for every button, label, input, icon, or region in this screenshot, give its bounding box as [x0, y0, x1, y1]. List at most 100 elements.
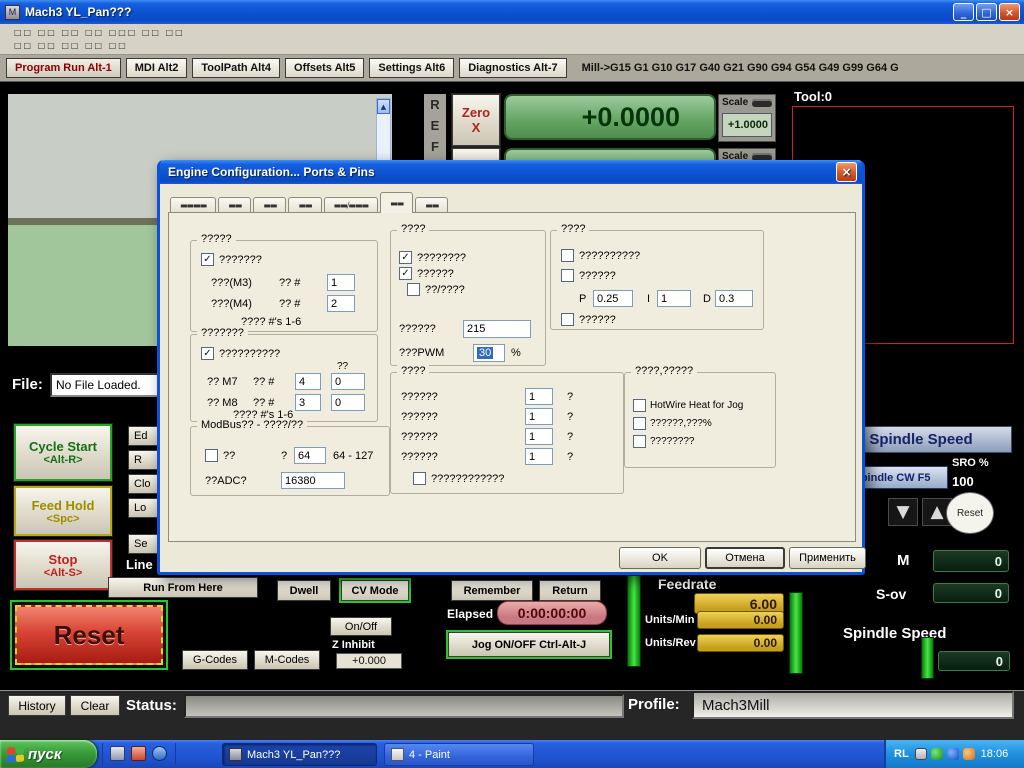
- dialog-tab-4[interactable]: ▬▬: [288, 197, 321, 213]
- mcodes-button[interactable]: M-Codes: [254, 650, 320, 670]
- task-button-paint[interactable]: 4 - Paint: [384, 743, 534, 766]
- onoff-button[interactable]: On/Off: [330, 617, 392, 636]
- special-cb2-checkbox[interactable]: [633, 417, 646, 430]
- cycle-start-button[interactable]: Cycle Start <Alt-R>: [14, 424, 112, 481]
- tray-icon-2[interactable]: [931, 748, 943, 760]
- motor-cb1-checkbox[interactable]: ✓: [399, 251, 412, 264]
- tray-icon-4[interactable]: [963, 748, 975, 760]
- tab-mdi[interactable]: MDI Alt2: [126, 58, 188, 78]
- pulley-row2-input[interactable]: [525, 408, 553, 425]
- pulley-row1-input[interactable]: [525, 388, 553, 405]
- quick-launch-icon-3[interactable]: [152, 746, 167, 761]
- m-dro[interactable]: 0: [933, 550, 1009, 572]
- motor-freq-input[interactable]: [463, 320, 531, 338]
- z-inhibit-value[interactable]: +0.000: [336, 653, 402, 669]
- relay-row2-input[interactable]: [327, 295, 355, 312]
- pid-cb2-checkbox[interactable]: [561, 269, 574, 282]
- pulley-checkbox[interactable]: [413, 472, 426, 485]
- x-axis-dro[interactable]: +0.0000: [504, 94, 716, 140]
- maximize-button[interactable]: □: [976, 3, 997, 21]
- coolant-row2-input2[interactable]: [331, 394, 365, 411]
- dwell-button[interactable]: Dwell: [277, 580, 331, 601]
- elapsed-time-dro[interactable]: 0:00:00:00: [497, 601, 607, 625]
- stop-button[interactable]: Stop <Alt-S>: [14, 540, 112, 590]
- relay-note: ???? #'s 1-6: [241, 316, 301, 328]
- coolant-row1-input1[interactable]: [295, 373, 321, 390]
- menu-row-2[interactable]: □□ □□ □□ □□ □□: [14, 39, 1024, 52]
- dialog-tab-7[interactable]: ▬▬: [415, 197, 448, 213]
- reset-button[interactable]: Reset: [15, 605, 163, 665]
- modbus-enable-checkbox[interactable]: [205, 449, 218, 462]
- coolant-enable-checkbox[interactable]: ✓: [201, 347, 214, 360]
- tab-settings[interactable]: Settings Alt6: [369, 58, 454, 78]
- keyboard-layout-indicator[interactable]: RL: [894, 748, 909, 760]
- x-scale-slider[interactable]: [752, 99, 772, 107]
- relay-row1-input[interactable]: [327, 274, 355, 291]
- quick-launch-icon-1[interactable]: [110, 746, 125, 761]
- motor-pwm-input[interactable]: 30: [473, 344, 505, 362]
- quick-launch-icon-2[interactable]: [131, 746, 146, 761]
- dialog-tab-2[interactable]: ▬▬: [218, 197, 251, 213]
- sro-reset-button[interactable]: Reset: [946, 492, 994, 534]
- minimize-button[interactable]: _: [953, 3, 974, 21]
- zero-x-button[interactable]: Zero X: [452, 94, 500, 146]
- pid-group-title: ????: [557, 223, 589, 235]
- dialog-tab-6-active[interactable]: ▬▬: [380, 192, 413, 213]
- pid-p-input[interactable]: [593, 290, 633, 307]
- feed-hold-button[interactable]: Feed Hold <Spc>: [14, 486, 112, 536]
- motor-cb2-checkbox[interactable]: ✓: [399, 267, 412, 280]
- close-button[interactable]: ×: [999, 3, 1020, 21]
- cv-mode-button[interactable]: CV Mode: [341, 580, 409, 601]
- jog-onoff-button[interactable]: Jog ON/OFF Ctrl-Alt-J: [448, 632, 610, 657]
- clock[interactable]: 18:06: [981, 748, 1009, 760]
- pid-d-input[interactable]: [715, 290, 753, 307]
- tab-diagnostics[interactable]: Diagnostics Alt-7: [459, 58, 566, 78]
- tab-offsets[interactable]: Offsets Alt5: [285, 58, 364, 78]
- relay-group: ????? ✓ ??????? ???(M3) ?? # ???(M4) ?? …: [190, 240, 378, 332]
- dialog-tab-3[interactable]: ▬▬: [253, 197, 286, 213]
- relay-enable-checkbox[interactable]: ✓: [201, 253, 214, 266]
- motor-cb3-checkbox[interactable]: [407, 283, 420, 296]
- special-cb3-checkbox[interactable]: [633, 435, 646, 448]
- tab-program-run[interactable]: Program Run Alt-1: [6, 58, 121, 78]
- pid-cb3-checkbox[interactable]: [561, 313, 574, 326]
- tray-icon-1[interactable]: [915, 748, 927, 760]
- special-cb1-checkbox[interactable]: [633, 399, 646, 412]
- pulley-row3-input[interactable]: [525, 428, 553, 445]
- scroll-up-icon[interactable]: ▲: [377, 99, 390, 114]
- apply-button[interactable]: Применить: [789, 547, 866, 569]
- task-button-mach3[interactable]: Mach3 YL_Pan???: [222, 743, 377, 766]
- start-button[interactable]: пуск: [0, 740, 97, 768]
- pid-i-input[interactable]: [657, 290, 691, 307]
- units-min-dro[interactable]: 0.00: [697, 611, 784, 629]
- pid-cb3-label: ??????: [579, 314, 616, 326]
- history-button[interactable]: History: [8, 695, 66, 716]
- pulley-row4-input[interactable]: [525, 448, 553, 465]
- dialog-close-icon[interactable]: ×: [836, 162, 857, 182]
- sov-dro[interactable]: 0: [933, 583, 1009, 603]
- x-scale-value[interactable]: +1.0000: [722, 113, 772, 137]
- dialog-tab-5[interactable]: ▬▬/▬▬▬: [324, 197, 379, 213]
- feed-hold-line1: Feed Hold: [32, 498, 95, 513]
- gcodes-button[interactable]: G-Codes: [182, 650, 248, 670]
- remember-button[interactable]: Remember: [451, 580, 533, 601]
- tray-icon-3[interactable]: [947, 748, 959, 760]
- modbus-adc-input[interactable]: [281, 472, 345, 489]
- run-from-here-button[interactable]: Run From Here: [108, 577, 258, 598]
- return-button[interactable]: Return: [539, 580, 601, 601]
- units-rev-dro[interactable]: 0.00: [697, 634, 784, 652]
- clear-button[interactable]: Clear: [70, 695, 120, 716]
- dialog-tab-1[interactable]: ▬▬▬▬: [170, 197, 216, 213]
- spindle-down-arrow-icon[interactable]: ▼: [888, 498, 918, 526]
- pid-cb1-checkbox[interactable]: [561, 249, 574, 262]
- cancel-button[interactable]: Отмена: [705, 547, 785, 569]
- modbus-reg-input[interactable]: [294, 447, 326, 464]
- spindle-speed-dro[interactable]: 0: [938, 651, 1010, 671]
- coolant-row1-input2[interactable]: [331, 373, 365, 390]
- sro-value[interactable]: 100: [952, 474, 974, 489]
- tab-toolpath[interactable]: ToolPath Alt4: [192, 58, 280, 78]
- menu-row-1[interactable]: □□ □□ □□ □□ □□□ □□ □□: [14, 26, 1024, 39]
- ok-button[interactable]: OK: [619, 547, 701, 569]
- z-inhibit-label: Z Inhibit: [332, 639, 375, 651]
- coolant-row2-input1[interactable]: [295, 394, 321, 411]
